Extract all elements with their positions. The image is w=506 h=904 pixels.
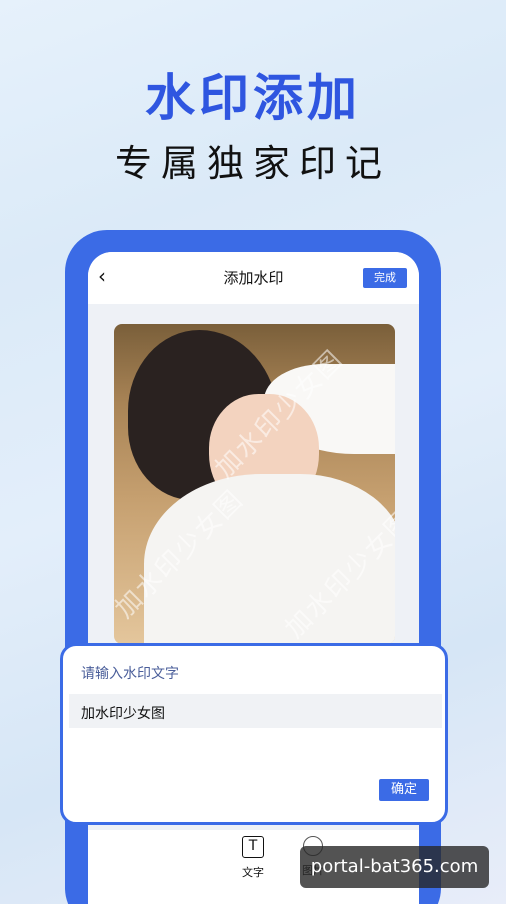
hero-headline: 水印添加 <box>145 69 361 127</box>
site-watermark-overlay: portal-bat365.com <box>300 846 489 888</box>
input-label: 请输入水印文字 <box>81 666 179 682</box>
hero-subline: 专属独家印记 <box>115 142 391 185</box>
watermark-input-panel: 请输入水印文字 加水印少女图 确定 <box>60 643 448 825</box>
watermark-text-input[interactable]: 加水印少女图 <box>69 694 442 728</box>
done-button[interactable]: 完成 <box>363 268 407 288</box>
input-value: 加水印少女图 <box>81 706 165 722</box>
tab-text[interactable]: T 文字 <box>228 836 278 880</box>
confirm-button[interactable]: 确定 <box>379 779 429 801</box>
tab-text-label: 文字 <box>242 866 264 879</box>
preview-photo: 加水印少女图 加水印少女图 加水印少女图 <box>114 324 395 644</box>
top-bar: ‹ 添加水印 完成 <box>88 252 419 304</box>
text-icon: T <box>242 836 264 858</box>
